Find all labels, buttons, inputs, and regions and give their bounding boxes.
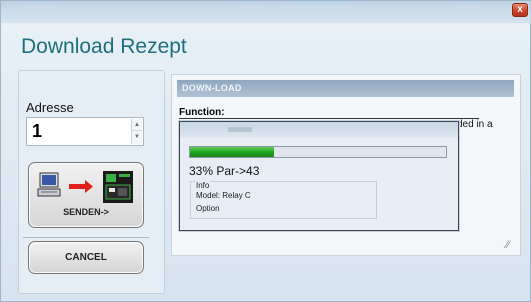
dialog-title: Download Rezept xyxy=(21,35,187,58)
function-text: ded in a xyxy=(457,119,493,130)
progress-text: 33% Par->43 xyxy=(189,164,260,178)
address-label: Adresse xyxy=(26,100,74,115)
progress-bar xyxy=(189,146,447,158)
title-bar-ghost-text xyxy=(236,5,268,10)
send-button[interactable]: SENDEN-> xyxy=(28,162,144,228)
address-input[interactable]: 1 ▲ ▼ xyxy=(26,117,144,146)
progress-popup: 33% Par->43 Info Model: Relay C Option xyxy=(179,121,459,231)
resize-grip-icon[interactable]: ⁄⁄ xyxy=(506,239,510,251)
info-label: Info xyxy=(195,181,211,190)
send-illustration xyxy=(37,171,133,203)
model-text: Model: Relay C xyxy=(196,191,251,200)
title-bar-ghost-text xyxy=(276,5,356,10)
progress-bar-fill xyxy=(190,147,274,157)
progress-popup-titlebar xyxy=(180,122,458,138)
title-bar xyxy=(1,1,531,23)
chevron-up-icon[interactable]: ▲ xyxy=(132,119,142,131)
function-label: Function: xyxy=(179,107,225,118)
chevron-down-icon[interactable]: ▼ xyxy=(132,131,142,143)
option-label: Option xyxy=(196,204,220,213)
download-dialog: x Download Rezept Adresse 1 ▲ ▼ SENDEN->… xyxy=(0,0,531,302)
progress-popup-title-ghost xyxy=(228,127,252,132)
computer-icon xyxy=(37,172,61,197)
download-panel-header-label: DOWN-LOAD xyxy=(182,83,242,93)
divider xyxy=(23,237,149,238)
close-button[interactable]: x xyxy=(512,3,528,17)
close-icon: x xyxy=(517,4,523,15)
address-spinner: ▲ ▼ xyxy=(131,119,142,144)
device-icon xyxy=(103,171,133,203)
function-underline xyxy=(179,118,479,119)
cancel-button[interactable]: CANCEL xyxy=(28,241,144,274)
title-bar-ghost-text xyxy=(19,5,59,10)
arrow-right-icon xyxy=(69,180,93,193)
download-panel-header: DOWN-LOAD xyxy=(177,80,514,97)
title-bar-ghost-text xyxy=(456,5,480,10)
send-button-label: SENDEN-> xyxy=(63,207,109,217)
info-group: Info Model: Relay C Option xyxy=(190,181,377,219)
address-value: 1 xyxy=(32,121,43,141)
